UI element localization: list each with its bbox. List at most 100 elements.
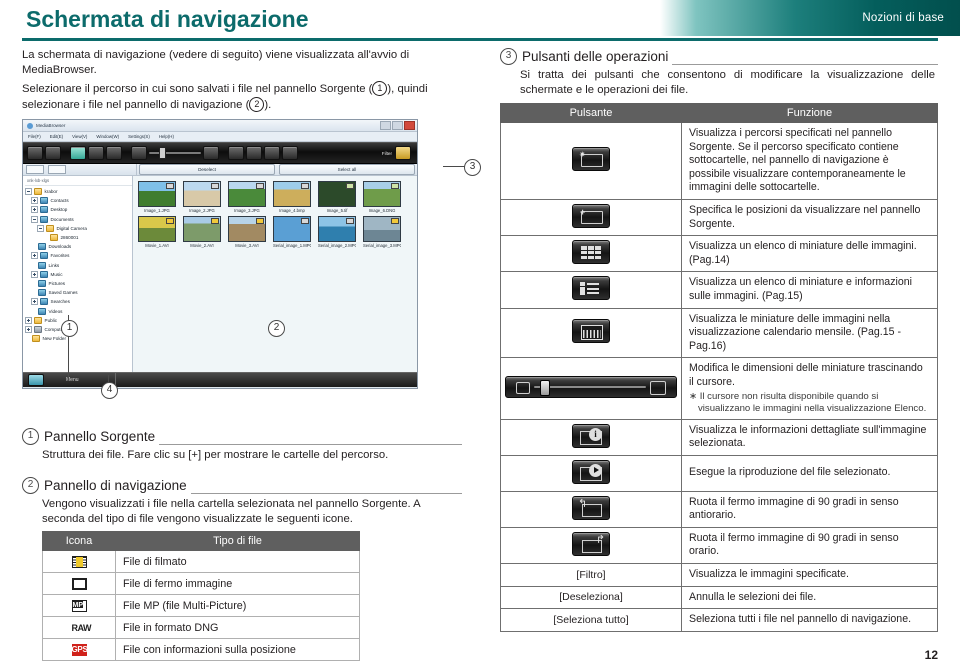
thumbnail-item[interactable]: Image_5.tif: [318, 181, 356, 213]
select-all-button[interactable]: Select all: [279, 164, 415, 175]
tree-node[interactable]: 2860001: [25, 233, 132, 242]
tree-node[interactable]: Documents: [25, 215, 132, 224]
thumbnail-item[interactable]: Image_1.JPG: [138, 181, 176, 213]
tree-node[interactable]: Pictures: [25, 279, 132, 288]
thumbnail-size-slider[interactable]: [505, 375, 677, 398]
thumbnail-image[interactable]: [183, 216, 221, 242]
toolbar-thumbnail-grid-button[interactable]: [70, 146, 86, 160]
thumbnail-item[interactable]: Movie_3.AVI: [228, 216, 266, 248]
tree-node[interactable]: Saved Games: [25, 288, 132, 297]
tree-expand-icon[interactable]: [31, 252, 38, 260]
thumbnail-item[interactable]: Movie_1.AVI: [138, 216, 176, 248]
thumbnail-image[interactable]: [363, 181, 401, 207]
minimize-button[interactable]: [380, 121, 391, 130]
toolbar-play-button[interactable]: [246, 146, 262, 160]
thumbnail-item[interactable]: Serial_image_1.MPO: [273, 216, 311, 248]
thumbnail-image[interactable]: [363, 216, 401, 242]
tree-node[interactable]: Desktop: [25, 205, 132, 214]
toolbar-thumbnail-list-button[interactable]: [88, 146, 104, 160]
rotate-left-icon[interactable]: ↰: [572, 495, 610, 520]
section2-title: Pannello di navigazione: [44, 478, 187, 493]
mp-file-icon: [71, 599, 87, 612]
intro-paragraph-1: La schermata di navigazione (vedere di s…: [22, 49, 410, 76]
operation-function-cell: Ruota il fermo immagine di 90 gradi in s…: [681, 490, 938, 528]
thumbnail-image[interactable]: [318, 181, 356, 207]
thumbnail-grid[interactable]: Image_1.JPG Image_2.JPG Image_3.JPG Image_4…: [138, 181, 414, 248]
tree-node[interactable]: Favorites: [25, 251, 132, 260]
path-field-2[interactable]: [48, 165, 66, 174]
slider-knob[interactable]: [159, 147, 166, 159]
tree-collapse-icon[interactable]: [31, 215, 38, 223]
rotate-right-icon[interactable]: ↱: [572, 531, 610, 556]
thumbnail-image[interactable]: [183, 181, 221, 207]
tree-node[interactable]: Searches: [25, 297, 132, 306]
tree-node[interactable]: Links: [25, 261, 132, 270]
tree-expand-icon[interactable]: [31, 197, 38, 205]
source-panel[interactable]: xnk-lxb-xlgs krabor Contacts Desktop Docume…: [23, 176, 133, 372]
calendar-view-icon[interactable]: [572, 319, 610, 344]
tree-node[interactable]: Downloads: [25, 242, 132, 251]
thumbnail-size-slider[interactable]: [149, 147, 201, 159]
tree-collapse-icon[interactable]: [25, 188, 32, 196]
navigation-panel[interactable]: Image_1.JPG Image_2.JPG Image_3.JPG Image_4…: [133, 176, 417, 372]
thumbnail-image[interactable]: [228, 181, 266, 207]
thumbnail-grid-icon[interactable]: [572, 240, 610, 265]
tree-node[interactable]: Music: [25, 270, 132, 279]
operation-button-label[interactable]: [Filtro]: [576, 569, 605, 581]
deselect-button[interactable]: Deselect: [139, 164, 275, 175]
thumbnail-item[interactable]: Serial_image_2.MPO: [318, 216, 356, 248]
tree-node[interactable]: Digital Camera: [25, 224, 132, 233]
thumbnail-type-badge-icon: [391, 218, 399, 224]
menu-item-window[interactable]: Window(W): [96, 134, 119, 139]
thumbnail-image[interactable]: [273, 216, 311, 242]
folder-star-icon[interactable]: ✷: [572, 147, 610, 172]
thumbnail-image[interactable]: [318, 216, 356, 242]
thumbnail-image[interactable]: [138, 216, 176, 242]
thumbnail-item[interactable]: Movie_2.AVI: [183, 216, 221, 248]
toolbar-folder-star-button[interactable]: [27, 146, 43, 160]
toolbar-image-info-button[interactable]: [228, 146, 244, 160]
image-info-icon[interactable]: i: [572, 423, 610, 448]
path-field[interactable]: [26, 165, 44, 174]
thumbnail-item[interactable]: Image_3.JPG: [228, 181, 266, 213]
thumbnail-image[interactable]: [273, 181, 311, 207]
tree-node[interactable]: Public: [25, 316, 132, 325]
tree-node[interactable]: Computer: [25, 325, 132, 334]
filter-control[interactable]: Filter: [382, 146, 413, 160]
tree-collapse-icon[interactable]: [37, 224, 44, 232]
thumbnail-item[interactable]: Image_2.JPG: [183, 181, 221, 213]
toolbar-rotate-right-button[interactable]: [282, 146, 298, 160]
play-icon[interactable]: [572, 459, 610, 484]
thumbnail-item[interactable]: Image_6.DNG: [363, 181, 401, 213]
filter-button[interactable]: [395, 146, 411, 160]
menu-item-settings[interactable]: Settings(S): [128, 134, 150, 139]
folder-plus-icon[interactable]: +: [572, 204, 610, 229]
tree-node[interactable]: krabor: [25, 187, 132, 196]
tree-expand-icon[interactable]: [31, 206, 38, 214]
thumbnail-item[interactable]: Image_4.bmp: [273, 181, 311, 213]
tree-expand-icon[interactable]: [31, 298, 38, 306]
operation-button-label[interactable]: [Deseleziona]: [559, 591, 623, 603]
menu-item-file[interactable]: File(F): [28, 134, 41, 139]
tree-node[interactable]: Videos: [25, 306, 132, 315]
menu-back-icon[interactable]: [28, 374, 44, 386]
tree-node[interactable]: New Folder: [25, 334, 132, 343]
toolbar-calendar-view-button[interactable]: [106, 146, 122, 160]
toolbar-rotate-left-button[interactable]: [264, 146, 280, 160]
tree-node[interactable]: Contacts: [25, 196, 132, 205]
operation-button-label[interactable]: [Seleziona tutto]: [553, 614, 628, 626]
thumbnail-list-icon[interactable]: [572, 276, 610, 301]
menu-item-edit[interactable]: Edit(E): [50, 134, 63, 139]
tree-expand-icon[interactable]: [31, 270, 38, 278]
thumbnail-image[interactable]: [138, 181, 176, 207]
toolbar-folder-plus-button[interactable]: [45, 146, 61, 160]
close-button[interactable]: [404, 121, 415, 130]
maximize-button[interactable]: [392, 121, 403, 130]
source-tree[interactable]: krabor Contacts Desktop Documents Digital Ca…: [25, 187, 132, 343]
tree-expand-icon[interactable]: [25, 325, 32, 333]
thumbnail-image[interactable]: [228, 216, 266, 242]
menu-item-help[interactable]: Help(H): [159, 134, 174, 139]
thumbnail-item[interactable]: Serial_image_3.MPO: [363, 216, 401, 248]
menu-item-view[interactable]: View(V): [72, 134, 87, 139]
tree-expand-icon[interactable]: [25, 316, 32, 324]
